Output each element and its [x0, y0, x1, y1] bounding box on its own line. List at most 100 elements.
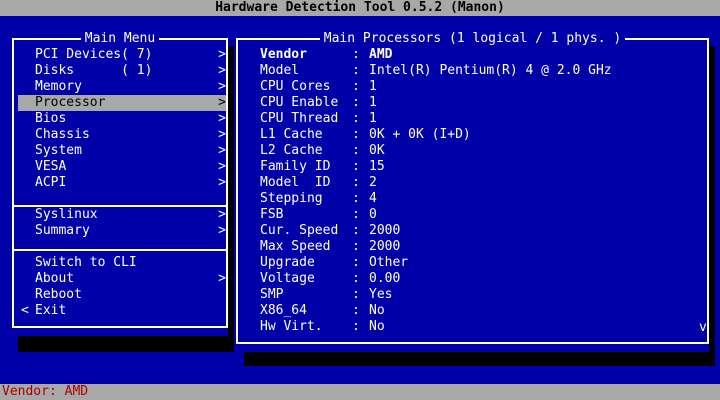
field-label: Voltage — [260, 271, 315, 286]
submenu-arrow-icon: > — [218, 47, 226, 62]
menu-item-system[interactable]: System > — [18, 143, 226, 159]
menu-item-pci-devices[interactable]: PCI Devices( 7) > — [18, 47, 226, 63]
field-separator: : — [352, 207, 360, 222]
field-value: 0 — [369, 207, 377, 222]
menu-item-bios[interactable]: Bios > — [18, 111, 226, 127]
field-label: Model — [260, 63, 300, 78]
processor-info-row: L2 Cache:0K — [260, 143, 700, 159]
menu-item-label: Chassis — [35, 127, 90, 142]
field-value: 2 — [369, 175, 377, 190]
field-value: AMD — [369, 47, 393, 62]
field-value: 15 — [369, 159, 385, 174]
processor-info-row: Vendor: AMD — [260, 47, 700, 63]
menu-item-acpi[interactable]: ACPI > — [18, 175, 226, 191]
processor-info-row: CPU Cores:1 — [260, 79, 700, 95]
window-title: Hardware Detection Tool 0.5.2 (Manon) — [215, 0, 505, 15]
menu-shadow-bottom — [18, 336, 234, 352]
field-separator: : — [352, 95, 360, 110]
menu-item-label: VESA — [35, 159, 67, 174]
menu-item-exit[interactable]: Exit < — [18, 303, 226, 319]
processor-panel-shadow-bottom — [244, 352, 715, 366]
processor-info-row: Voltage:0.00 — [260, 271, 700, 287]
field-value: 0K — [369, 143, 385, 158]
menu-item-reboot[interactable]: Reboot — [18, 287, 226, 303]
menu-item-disks[interactable]: Disks ( 1) > — [18, 63, 226, 79]
field-value: Yes — [369, 287, 393, 302]
field-label: FSB — [260, 207, 284, 222]
field-value: 2000 — [369, 239, 401, 254]
field-value: 4 — [369, 191, 377, 206]
field-value: 2000 — [369, 223, 401, 238]
field-value: 1 — [369, 111, 377, 126]
main-menu-title: Main Menu — [12, 31, 228, 47]
field-label: Upgrade — [260, 255, 315, 270]
field-separator: : — [352, 111, 360, 126]
status-bar: Vendor: AMD — [0, 384, 720, 400]
processor-info-row: FSB:0 — [260, 207, 700, 223]
field-label: Vendor — [260, 47, 307, 62]
scroll-down-icon[interactable]: v — [699, 320, 711, 336]
menu-item-label: Memory — [35, 79, 82, 94]
field-value: No — [369, 303, 385, 318]
menu-item-summary[interactable]: Summary > — [18, 223, 226, 239]
processor-info-row: Hw Virt.: No — [260, 319, 700, 335]
field-separator: : — [352, 191, 360, 206]
window-title-bar: Hardware Detection Tool 0.5.2 (Manon) — [0, 0, 720, 16]
processor-info-row: Stepping:4 — [260, 191, 700, 207]
field-separator: : — [352, 287, 360, 302]
submenu-arrow-icon: > — [218, 207, 226, 222]
submenu-arrow-icon: > — [218, 79, 226, 94]
field-label: L2 Cache — [260, 143, 323, 158]
menu-item-processor[interactable]: Processor > — [18, 95, 226, 111]
processor-info-row: Model: Intel(R) Pentium(R) 4 @ 2.0 GHz — [260, 63, 700, 79]
menu-item-chassis[interactable]: Chassis > — [18, 127, 226, 143]
field-separator: : — [352, 175, 360, 190]
field-separator: : — [352, 47, 360, 62]
field-label: Family ID — [260, 159, 331, 174]
submenu-arrow-icon: > — [218, 271, 226, 286]
menu-item-label: Switch to CLI — [35, 255, 137, 270]
processor-info-row: CPU Enable:1 — [260, 95, 700, 111]
field-label: L1 Cache — [260, 127, 323, 142]
processor-info-row: Family ID:15 — [260, 159, 700, 175]
field-separator: : — [352, 159, 360, 174]
field-value: Intel(R) Pentium(R) 4 @ 2.0 GHz — [369, 63, 612, 78]
field-separator: : — [352, 271, 360, 286]
field-label: Stepping — [260, 191, 323, 206]
field-value: No — [369, 319, 385, 334]
submenu-arrow-icon: > — [218, 175, 226, 190]
menu-item-syslinux[interactable]: Syslinux > — [18, 207, 226, 223]
field-separator: : — [352, 143, 360, 158]
field-label: Hw Virt. — [260, 319, 323, 334]
back-arrow-icon: < — [21, 303, 29, 318]
processor-info-row: Cur. Speed:2000 — [260, 223, 700, 239]
processor-panel-shadow — [709, 46, 715, 352]
menu-separator — [14, 205, 226, 207]
menu-shadow — [228, 46, 234, 336]
menu-separator — [14, 249, 226, 251]
field-separator: : — [352, 79, 360, 94]
menu-item-switch-to-cli[interactable]: Switch to CLI — [18, 255, 226, 271]
processor-info-row: CPU Thread:1 — [260, 111, 700, 127]
field-separator: : — [352, 319, 360, 334]
menu-item-label: About — [35, 271, 75, 286]
processor-info-row: Upgrade: Other — [260, 255, 700, 271]
menu-item-label: System — [35, 143, 82, 158]
field-label: Max Speed — [260, 239, 331, 254]
field-label: CPU Cores — [260, 79, 331, 94]
menu-item-label: Reboot — [35, 287, 82, 302]
field-value: 1 — [369, 95, 377, 110]
menu-item-memory[interactable]: Memory > — [18, 79, 226, 95]
menu-item-about[interactable]: About > — [18, 271, 226, 287]
menu-item-label: ACPI — [35, 175, 67, 190]
field-label: SMP — [260, 287, 284, 302]
processor-info-row: Max Speed:2000 — [260, 239, 700, 255]
field-label: Model ID — [260, 175, 331, 190]
menu-item-label: Bios — [35, 111, 67, 126]
submenu-arrow-icon: > — [218, 95, 226, 110]
processor-info-row: SMP: Yes — [260, 287, 700, 303]
menu-item-label: PCI Devices( 7) — [35, 47, 153, 62]
field-label: CPU Thread — [260, 111, 339, 126]
submenu-arrow-icon: > — [218, 143, 226, 158]
menu-item-vesa[interactable]: VESA > — [18, 159, 226, 175]
